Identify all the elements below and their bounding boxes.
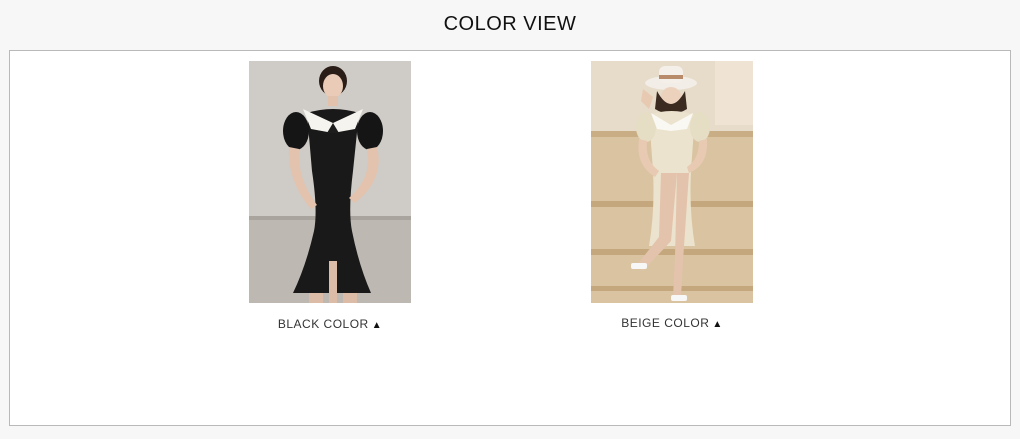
section-title: COLOR VIEW <box>443 13 577 35</box>
beige-dress-photo[interactable] <box>591 61 753 303</box>
color-view-page: COLOR VIEW BLACK COLOR ▲ BEIGE COLOR ▲ <box>0 0 1020 439</box>
triangle-up-icon: ▲ <box>371 320 383 331</box>
black-color-caption[interactable]: BLACK COLOR ▲ <box>249 317 411 331</box>
color-view-frame <box>9 50 1011 426</box>
black-color-label: BLACK COLOR <box>277 317 369 331</box>
triangle-up-icon: ▲ <box>712 319 723 330</box>
beige-color-caption[interactable]: BEIGE COLOR ▲ <box>591 316 753 330</box>
beige-color-label: BEIGE COLOR <box>621 316 710 330</box>
color-card-beige[interactable]: BEIGE COLOR ▲ <box>591 61 753 330</box>
black-dress-photo[interactable] <box>249 61 411 303</box>
color-card-black[interactable]: BLACK COLOR ▲ <box>249 61 411 331</box>
